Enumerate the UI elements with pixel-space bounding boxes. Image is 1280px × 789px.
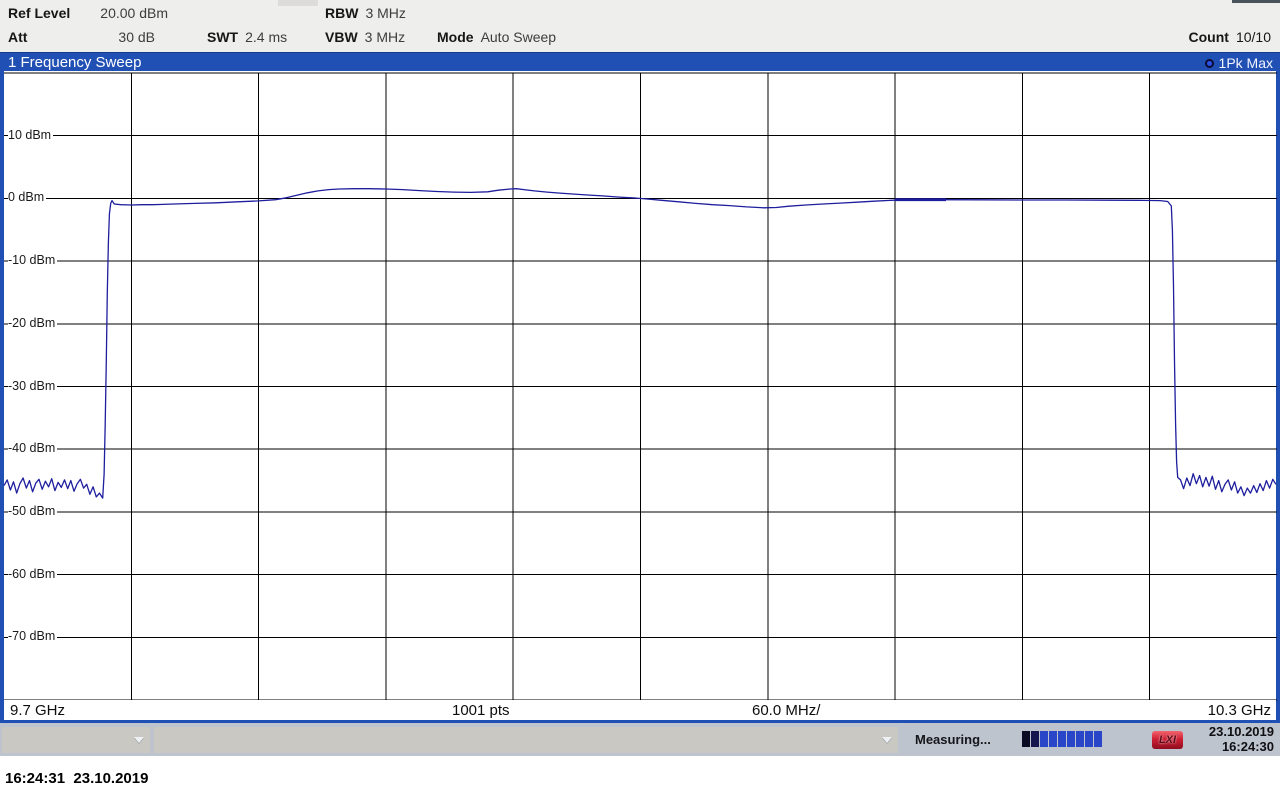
- trace-window-title-bar: 1 Frequency Sweep 1Pk Max: [0, 52, 1280, 71]
- att-field[interactable]: Att 30 dB: [8, 29, 155, 47]
- progress-segment: [1085, 731, 1093, 747]
- trace-badge-label: 1Pk Max: [1219, 55, 1273, 71]
- corner-strip: [1232, 0, 1280, 3]
- att-label: Att: [8, 29, 27, 45]
- swt-label: SWT: [207, 29, 238, 45]
- sweep-points: 1001 pts: [452, 702, 510, 719]
- progress-segment: [1022, 731, 1030, 747]
- count-field[interactable]: Count 10/10: [1189, 29, 1271, 47]
- vbw-value: 3 MHz: [365, 29, 405, 45]
- header-bar: Ref Level 20.00 dBm RBW 3 MHz Att 30 dB …: [0, 0, 1280, 52]
- swt-field[interactable]: SWT 2.4 ms: [207, 29, 287, 47]
- y-axis-label: -10 dBm: [8, 253, 57, 268]
- progress-segment: [1049, 731, 1057, 747]
- swt-value: 2.4 ms: [245, 29, 287, 45]
- status-datetime: 23.10.2019 16:24:30: [1209, 724, 1274, 754]
- ref-level-field[interactable]: Ref Level 20.00 dBm: [8, 5, 168, 23]
- y-axis-label: -20 dBm: [8, 316, 57, 331]
- ref-level-value: 20.00 dBm: [100, 5, 168, 21]
- mode-label: Mode: [437, 29, 474, 45]
- sweep-progress-bar: [1022, 731, 1102, 747]
- x-axis-start: 9.7 GHz: [10, 702, 65, 719]
- count-value: 10/10: [1236, 29, 1271, 45]
- plot-border-right: [1276, 71, 1280, 723]
- status-date: 23.10.2019: [1209, 724, 1274, 739]
- progress-segment: [1040, 731, 1048, 747]
- progress-segment: [1094, 731, 1102, 747]
- status-dropdown-left[interactable]: [2, 727, 150, 753]
- progress-segment: [1031, 731, 1039, 747]
- screenshot-timestamp: 16:24:31 23.10.2019: [5, 770, 148, 787]
- chevron-down-icon: [134, 737, 144, 743]
- plot-border-left: [0, 71, 4, 723]
- status-time: 16:24:30: [1209, 739, 1274, 754]
- vbw-label: VBW: [325, 29, 358, 45]
- top-tab: [278, 0, 318, 6]
- x-axis-stop: 10.3 GHz: [1208, 702, 1271, 719]
- trace-badge[interactable]: 1Pk Max: [1205, 54, 1273, 72]
- y-axis-label: -50 dBm: [8, 504, 57, 519]
- vbw-field[interactable]: VBW 3 MHz: [325, 29, 405, 47]
- ref-level-label: Ref Level: [8, 5, 70, 21]
- att-value: 30 dB: [118, 29, 155, 45]
- count-label: Count: [1189, 29, 1229, 45]
- plot-background: [4, 71, 1276, 720]
- y-axis-label: -40 dBm: [8, 441, 57, 456]
- status-dropdown-center[interactable]: [154, 727, 898, 753]
- progress-segment: [1058, 731, 1066, 747]
- spectrum-analyzer-screen: Ref Level 20.00 dBm RBW 3 MHz Att 30 dB …: [0, 0, 1280, 789]
- bottom-strip: 16:24:31 23.10.2019: [0, 756, 1280, 789]
- y-axis-label: -70 dBm: [8, 629, 57, 644]
- rbw-field[interactable]: RBW 3 MHz: [325, 5, 406, 23]
- progress-segment: [1076, 731, 1084, 747]
- y-axis-label: 10 dBm: [8, 128, 53, 143]
- frequency-axis-row: 9.7 GHz 1001 pts 60.0 MHz/ 10.3 GHz: [4, 700, 1276, 720]
- rbw-value: 3 MHz: [365, 5, 405, 21]
- window-title: 1 Frequency Sweep: [8, 54, 141, 72]
- y-axis-label: -30 dBm: [8, 379, 57, 394]
- trace-led-icon: [1205, 59, 1214, 68]
- x-axis-scale: 60.0 MHz/: [752, 702, 820, 719]
- mode-value: Auto Sweep: [481, 29, 557, 45]
- y-axis-label: -60 dBm: [8, 567, 57, 582]
- mode-field[interactable]: Mode Auto Sweep: [437, 29, 556, 47]
- chevron-down-icon: [882, 737, 892, 743]
- y-axis-label: 0 dBm: [8, 190, 46, 205]
- status-bar: Measuring... LXI 23.10.2019 16:24:30: [0, 723, 1280, 756]
- progress-segment: [1067, 731, 1075, 747]
- lxi-icon[interactable]: LXI: [1152, 731, 1183, 749]
- measuring-status-label: Measuring...: [915, 732, 991, 747]
- rbw-label: RBW: [325, 5, 358, 21]
